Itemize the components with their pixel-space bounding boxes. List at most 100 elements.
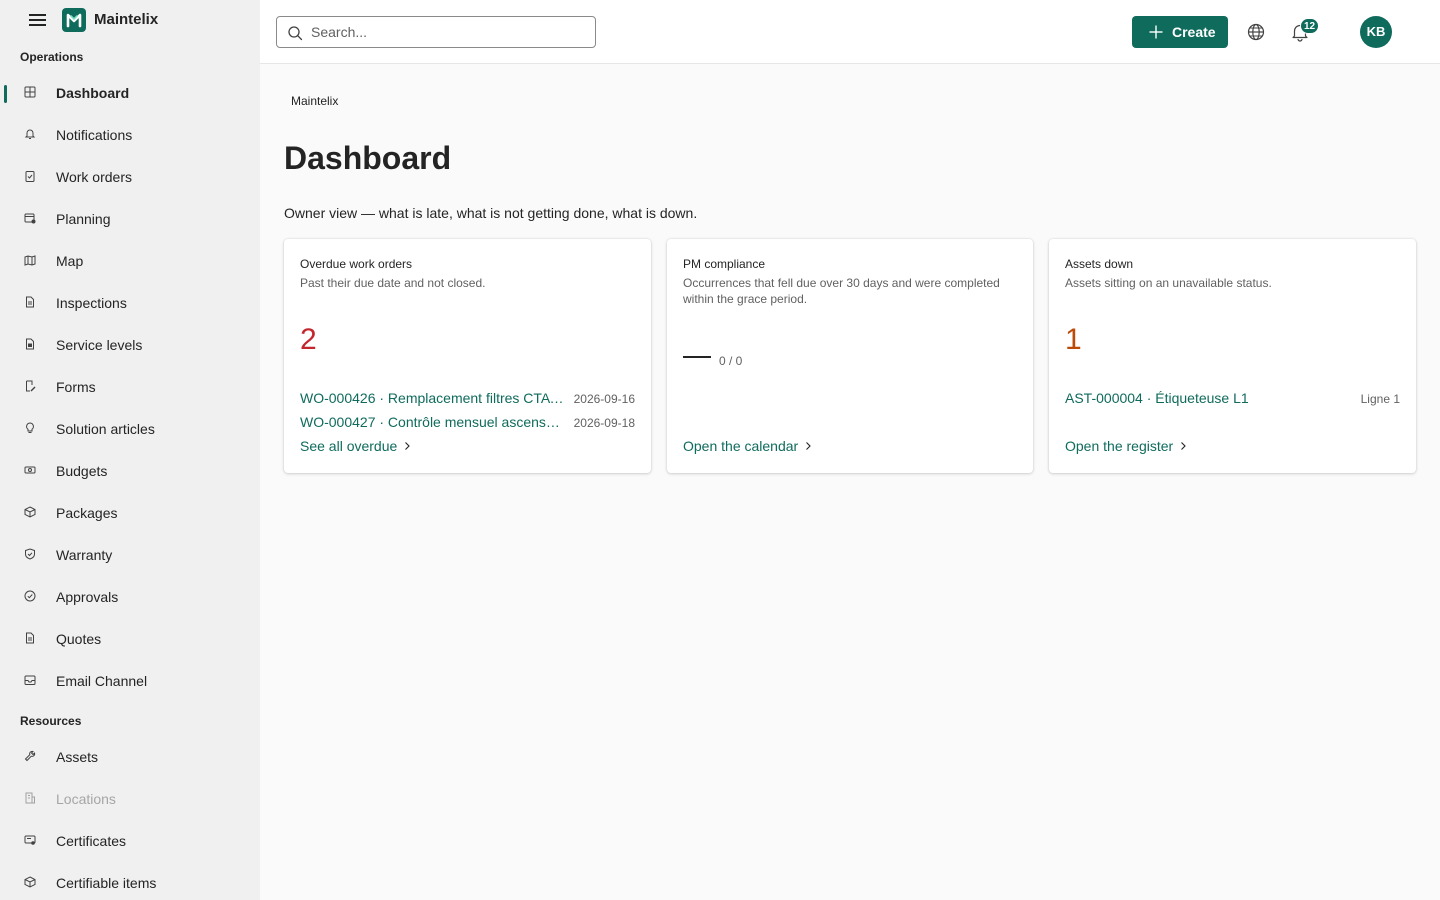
calendar-icon bbox=[24, 213, 36, 224]
overdue-count: 2 bbox=[300, 323, 317, 356]
link-label: Open the register bbox=[1065, 438, 1174, 454]
sidebar-item-label: Email Channel bbox=[56, 673, 148, 689]
open-register-link[interactable]: Open the register bbox=[1065, 438, 1187, 454]
work-order-due-date: 2026-09-18 bbox=[573, 416, 635, 430]
hamburger-menu-icon[interactable] bbox=[29, 13, 47, 27]
pm-compliance-card: PM compliance Occurrences that fell due … bbox=[667, 239, 1033, 473]
user-avatar[interactable]: KB bbox=[1360, 16, 1392, 48]
document-icon bbox=[26, 338, 34, 350]
wrench-icon bbox=[24, 750, 36, 762]
asset-link[interactable]: AST-000004 · Étiqueteuse L1 bbox=[1065, 390, 1249, 406]
sidebar-item-label: Budgets bbox=[56, 463, 108, 479]
package-icon bbox=[24, 506, 36, 518]
sidebar-item-label: Planning bbox=[56, 211, 111, 227]
sidebar-item-work-orders[interactable]: Work orders bbox=[0, 159, 260, 197]
card-description: Past their due date and not closed. bbox=[300, 276, 486, 290]
sidebar-item-service-levels[interactable]: Service levels bbox=[0, 327, 260, 365]
search-icon bbox=[288, 26, 303, 41]
card-description: Assets sitting on an unavailable status. bbox=[1065, 276, 1272, 290]
sidebar-item-budgets[interactable]: Budgets bbox=[0, 453, 260, 491]
nav-section-operations: Operations bbox=[20, 50, 84, 64]
sidebar-item-email-channel[interactable]: Email Channel bbox=[0, 663, 260, 701]
sidebar-item-label: Dashboard bbox=[56, 85, 130, 101]
sidebar-item-label: Approvals bbox=[56, 589, 119, 605]
sidebar-item-planning[interactable]: Planning bbox=[0, 201, 260, 239]
search-input[interactable] bbox=[311, 21, 581, 43]
sidebar-item-label: Packages bbox=[56, 505, 118, 521]
sidebar-item-solution-articles[interactable]: Solution articles bbox=[0, 411, 260, 449]
overdue-work-orders-card: Overdue work orders Past their due date … bbox=[284, 239, 651, 473]
card-title: Assets down bbox=[1065, 257, 1134, 271]
sidebar-item-certificates[interactable]: Certificates bbox=[0, 823, 260, 861]
package-icon bbox=[24, 876, 36, 888]
link-label: Open the calendar bbox=[683, 438, 799, 454]
lightbulb-icon bbox=[26, 422, 34, 433]
sidebar-item-approvals[interactable]: Approvals bbox=[0, 579, 260, 617]
see-all-overdue-link[interactable]: See all overdue bbox=[300, 438, 411, 454]
card-description: Occurrences that fell due over 30 days a… bbox=[683, 276, 1000, 306]
chevron-right-icon bbox=[806, 442, 811, 450]
mail-icon bbox=[24, 675, 36, 685]
money-icon bbox=[24, 466, 36, 474]
work-order-link[interactable]: WO-000427 · Contrôle mensuel ascenseur p… bbox=[300, 414, 564, 430]
top-bar: Create 12 KB bbox=[260, 0, 1440, 64]
work-order-link[interactable]: WO-000426 · Remplacement filtres CTA Éta… bbox=[300, 390, 564, 406]
sidebar: Maintelix Operations Dashboard Notificat… bbox=[0, 0, 260, 900]
chevron-right-icon bbox=[405, 442, 411, 450]
page-subtitle: Owner view — what is late, what is not g… bbox=[284, 205, 698, 221]
sidebar-item-label: Service levels bbox=[56, 337, 143, 353]
breadcrumb[interactable]: Maintelix bbox=[291, 94, 338, 108]
sidebar-item-inspections[interactable]: Inspections bbox=[0, 285, 260, 323]
sidebar-item-label: Warranty bbox=[56, 547, 113, 563]
open-calendar-link[interactable]: Open the calendar bbox=[683, 438, 812, 454]
page-title: Dashboard bbox=[284, 140, 452, 176]
link-label: See all overdue bbox=[300, 438, 398, 454]
pm-compliance-bar bbox=[683, 356, 711, 358]
sidebar-item-forms[interactable]: Forms bbox=[0, 369, 260, 407]
sidebar-item-dashboard[interactable]: Dashboard bbox=[0, 75, 260, 113]
map-icon bbox=[24, 255, 36, 266]
brand-bar: Maintelix bbox=[0, 0, 260, 40]
app-root: Maintelix Operations Dashboard Notificat… bbox=[0, 0, 1440, 900]
sidebar-item-label: Forms bbox=[56, 379, 96, 395]
app-name: Maintelix bbox=[94, 11, 159, 28]
card-title: PM compliance bbox=[683, 257, 766, 271]
overdue-work-order-row[interactable]: WO-000426 · Remplacement filtres CTA Éta… bbox=[300, 390, 635, 410]
sidebar-item-label: Locations bbox=[56, 791, 116, 807]
sidebar-item-certifiable-items[interactable]: Certifiable items bbox=[0, 865, 260, 900]
bell-icon bbox=[24, 129, 36, 139]
sidebar-item-quotes[interactable]: Quotes bbox=[0, 621, 260, 659]
check-circle-icon bbox=[24, 590, 36, 602]
shield-icon bbox=[25, 548, 35, 560]
create-button[interactable]: Create bbox=[1132, 16, 1228, 48]
create-button-label: Create bbox=[1172, 24, 1216, 40]
sidebar-item-map[interactable]: Map bbox=[0, 243, 260, 281]
card-title: Overdue work orders bbox=[300, 257, 413, 271]
sidebar-item-label: Work orders bbox=[56, 169, 132, 185]
certificate-icon bbox=[24, 835, 36, 845]
sidebar-item-label: Quotes bbox=[56, 631, 102, 647]
sidebar-item-label: Notifications bbox=[56, 127, 133, 143]
form-icon bbox=[26, 380, 36, 392]
sidebar-item-label: Solution articles bbox=[56, 421, 155, 437]
sidebar-item-locations[interactable]: Locations bbox=[0, 781, 260, 819]
sidebar-item-label: Assets bbox=[56, 749, 99, 765]
sidebar-item-label: Certificates bbox=[56, 833, 127, 849]
sidebar-item-notifications[interactable]: Notifications bbox=[0, 117, 260, 155]
clipboard-icon bbox=[25, 171, 35, 182]
globe-icon[interactable] bbox=[1246, 22, 1266, 42]
nav-section-resources: Resources bbox=[20, 714, 82, 728]
building-icon bbox=[25, 792, 35, 804]
sidebar-item-warranty[interactable]: Warranty bbox=[0, 537, 260, 575]
work-order-due-date: 2026-09-16 bbox=[573, 392, 635, 406]
app-logo-icon bbox=[62, 8, 86, 32]
sidebar-item-label: Map bbox=[56, 253, 84, 269]
sidebar-item-assets[interactable]: Assets bbox=[0, 739, 260, 777]
pm-compliance-value: 0 / 0 bbox=[719, 354, 743, 368]
sidebar-item-packages[interactable]: Packages bbox=[0, 495, 260, 533]
active-indicator bbox=[4, 85, 7, 103]
chevron-right-icon bbox=[1181, 442, 1186, 450]
overdue-work-order-row[interactable]: WO-000427 · Contrôle mensuel ascenseur p… bbox=[300, 414, 635, 434]
search-box[interactable] bbox=[276, 16, 596, 48]
document-icon bbox=[26, 632, 34, 644]
